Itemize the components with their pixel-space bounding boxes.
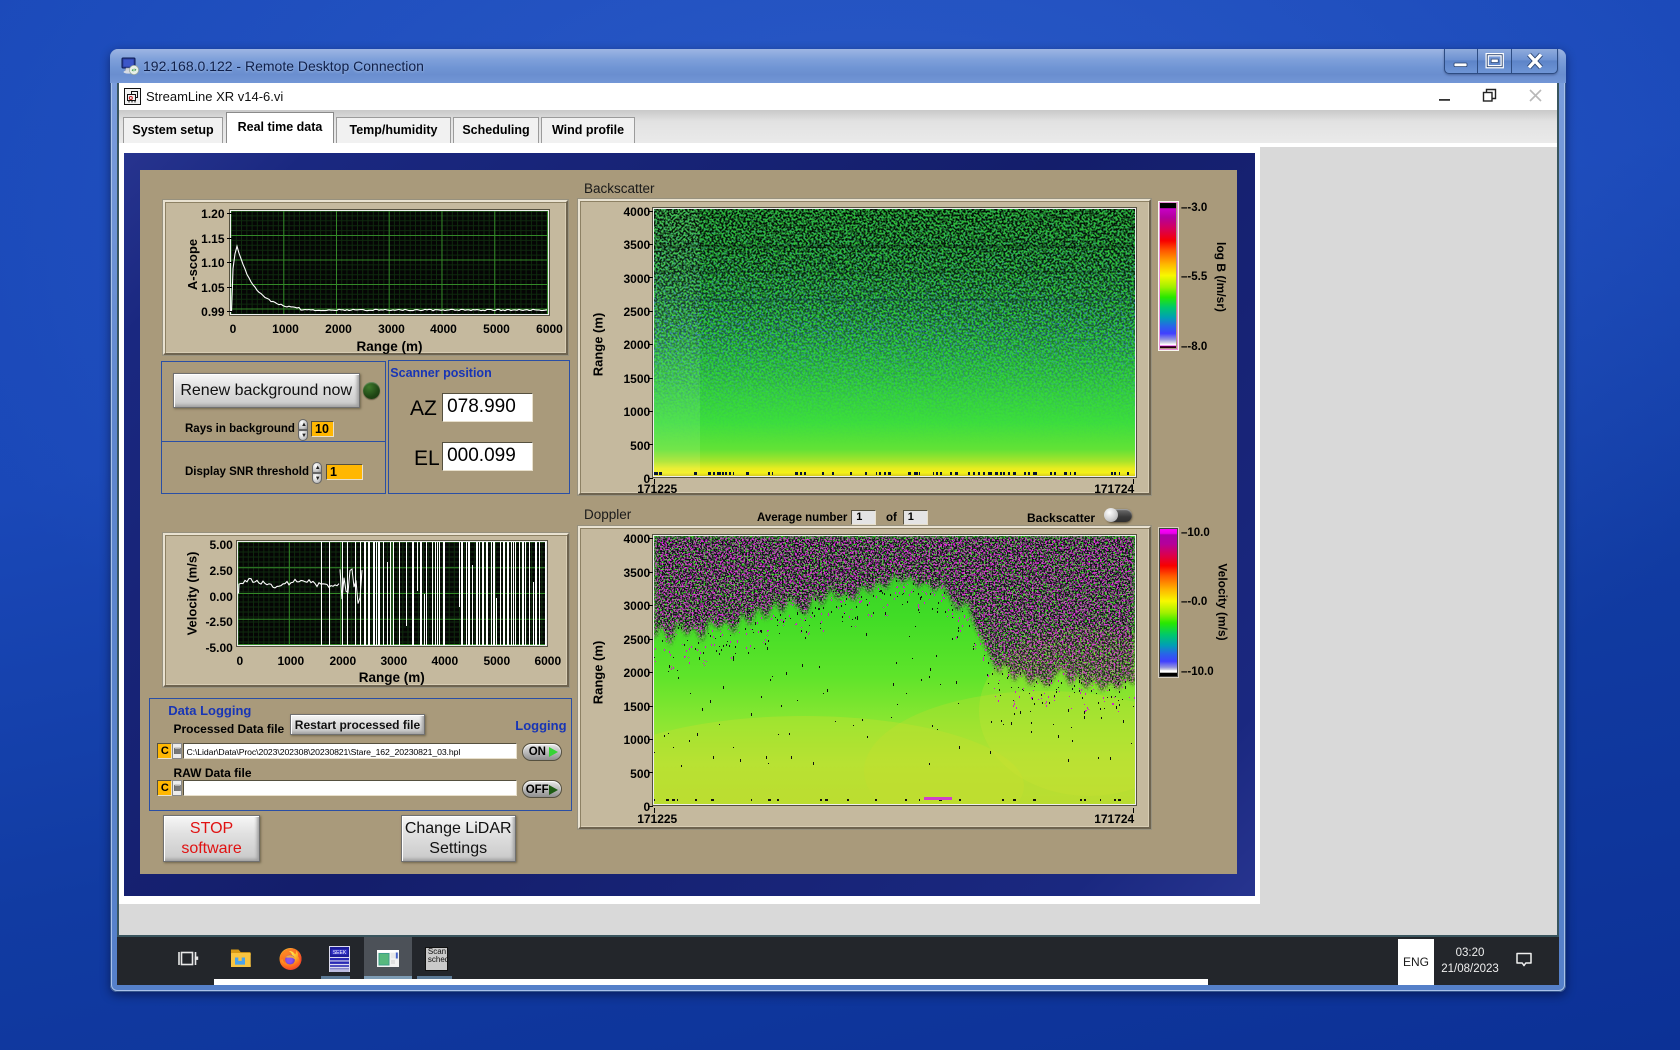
svg-text:SEEK: SEEK <box>333 950 347 956</box>
